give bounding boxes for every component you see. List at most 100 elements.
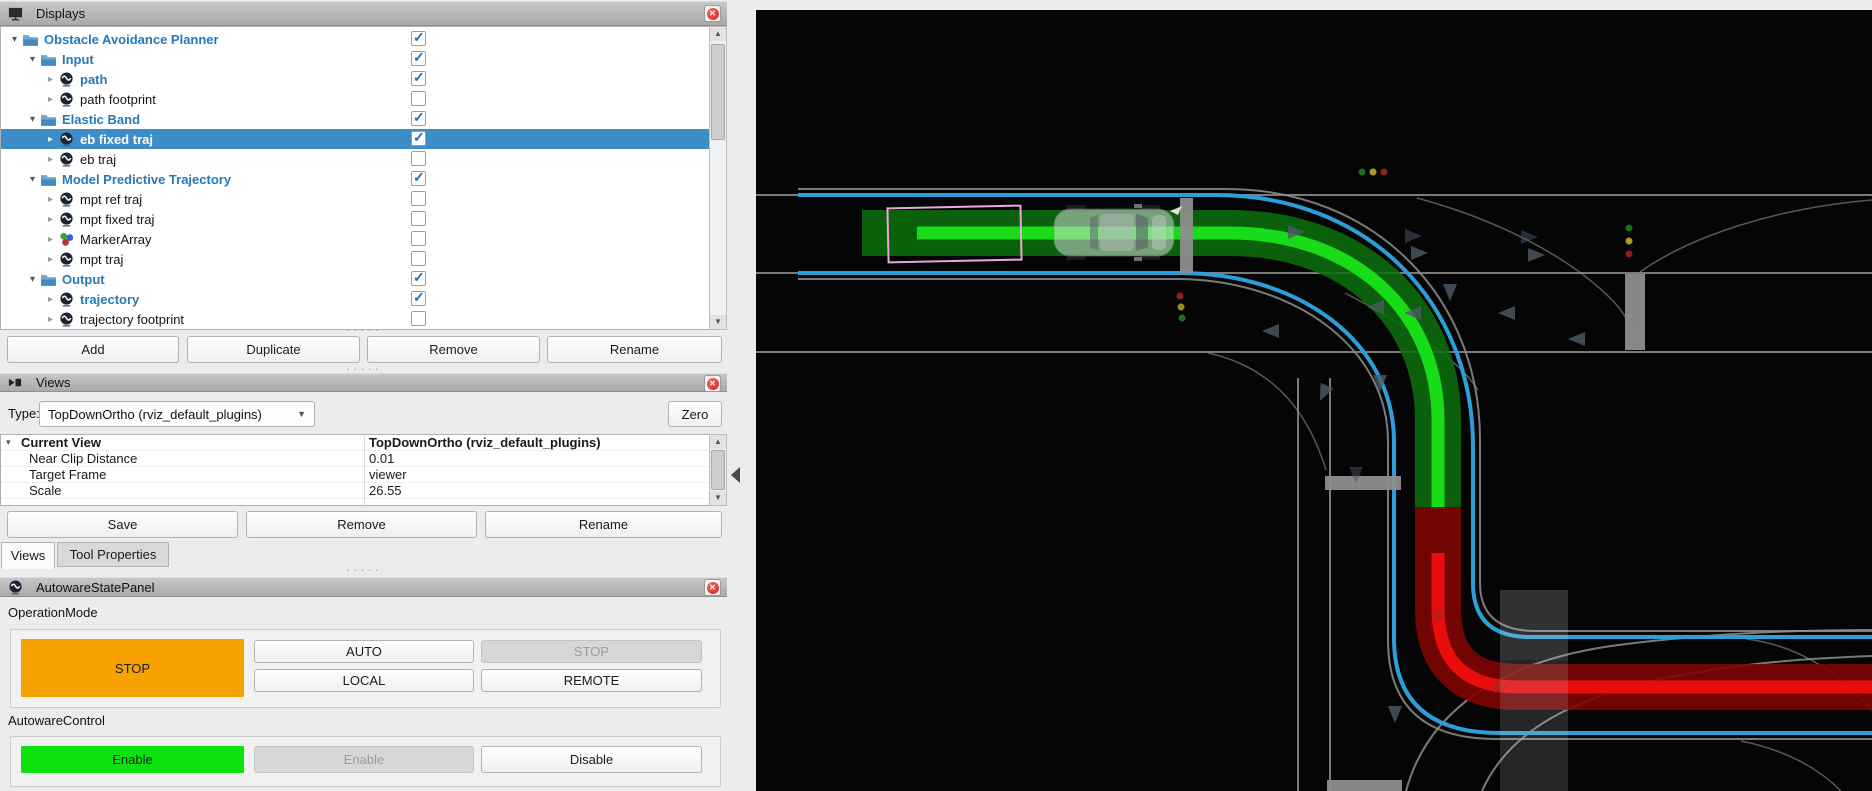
checkbox[interactable]	[411, 131, 426, 146]
property-value[interactable]: viewer	[369, 467, 407, 482]
tree-row[interactable]: MarkerArray	[1, 229, 709, 249]
tree-row[interactable]: Elastic Band	[1, 109, 709, 129]
checkbox[interactable]	[411, 291, 426, 306]
displays-panel-titlebar[interactable]: Displays ✕	[0, 1, 727, 26]
autoware-icon	[58, 152, 75, 167]
checkbox[interactable]	[411, 51, 426, 66]
expander-icon[interactable]	[25, 54, 40, 65]
expander-icon[interactable]	[25, 174, 40, 185]
expander-icon[interactable]	[43, 74, 58, 85]
checkbox[interactable]	[411, 151, 426, 166]
tab-tool-properties[interactable]: Tool Properties	[57, 542, 169, 567]
tree-row[interactable]: path footprint	[1, 89, 709, 109]
render-view[interactable]	[756, 10, 1872, 791]
panel-collapse-arrow-icon[interactable]	[731, 467, 740, 483]
checkbox[interactable]	[411, 91, 426, 106]
tree-row[interactable]: mpt traj	[1, 249, 709, 269]
tree-row[interactable]: Obstacle Avoidance Planner	[1, 29, 709, 49]
property-row[interactable]: Near Clip Distance 0.01	[1, 451, 709, 467]
enable-button: Enable	[254, 746, 474, 773]
property-row[interactable]: Target Frame viewer	[1, 467, 709, 483]
scrollbar-thumb[interactable]	[711, 44, 725, 140]
state-close-button[interactable]: ✕	[704, 579, 721, 596]
displays-scrollbar[interactable]: ▲ ▼	[709, 26, 727, 330]
checkbox[interactable]	[411, 71, 426, 86]
property-value[interactable]: 26.55	[369, 483, 402, 498]
tree-row[interactable]: trajectory	[1, 289, 709, 309]
splitter-handle[interactable]	[0, 366, 727, 373]
checkbox[interactable]	[411, 111, 426, 126]
expander-icon[interactable]: ▾	[6, 437, 11, 448]
zero-button[interactable]: Zero	[668, 401, 722, 427]
tree-row-label: MarkerArray	[80, 232, 152, 247]
tree-row[interactable]: mpt fixed traj	[1, 209, 709, 229]
expander-icon[interactable]	[25, 274, 40, 285]
expander-icon[interactable]	[43, 194, 58, 205]
folder-icon	[40, 272, 57, 287]
tree-row-label: trajectory	[80, 292, 139, 307]
expander-icon[interactable]	[43, 214, 58, 225]
autoware-icon	[58, 132, 75, 147]
property-row[interactable]: Scale 26.55	[1, 483, 709, 499]
property-row[interactable]: ▾ Current View TopDownOrtho (rviz_defaul…	[1, 435, 709, 451]
disable-button[interactable]: Disable	[481, 746, 702, 773]
tree-row[interactable]: Output	[1, 269, 709, 289]
tree-row-label: Input	[62, 52, 94, 67]
checkbox[interactable]	[411, 271, 426, 286]
expander-icon[interactable]	[43, 234, 58, 245]
remove-view-button[interactable]: Remove	[246, 511, 477, 538]
views-panel-titlebar[interactable]: Views ✕	[0, 373, 727, 392]
remove-display-button[interactable]: Remove	[367, 336, 540, 363]
auto-button[interactable]: AUTO	[254, 640, 474, 663]
tree-row[interactable]: path	[1, 69, 709, 89]
tree-row[interactable]: trajectory footprint	[1, 309, 709, 329]
expander-icon[interactable]	[43, 94, 58, 105]
expander-icon[interactable]	[43, 254, 58, 265]
ego-vehicle	[1054, 204, 1182, 261]
tree-row[interactable]: Model Predictive Trajectory	[1, 169, 709, 189]
rename-display-button[interactable]: Rename	[547, 336, 722, 363]
expander-icon[interactable]	[43, 294, 58, 305]
state-panel-titlebar[interactable]: AutowareStatePanel ✕	[0, 577, 727, 597]
tree-row[interactable]: Input	[1, 49, 709, 69]
expander-icon[interactable]	[43, 154, 58, 165]
checkbox[interactable]	[411, 211, 426, 226]
displays-close-button[interactable]: ✕	[704, 5, 721, 22]
views-icon	[7, 375, 24, 390]
tree-row[interactable]: mpt ref traj	[1, 189, 709, 209]
tree-row-selected[interactable]: eb fixed traj	[1, 129, 709, 149]
view-type-value: TopDownOrtho (rviz_default_plugins)	[48, 407, 262, 422]
expander-icon[interactable]	[7, 34, 22, 45]
checkbox[interactable]	[411, 191, 426, 206]
tree-row[interactable]: eb traj	[1, 149, 709, 169]
checkbox[interactable]	[411, 31, 426, 46]
add-display-button[interactable]: Add	[7, 336, 179, 363]
checkbox[interactable]	[411, 251, 426, 266]
property-value[interactable]: 0.01	[369, 451, 394, 466]
splitter-handle[interactable]	[0, 327, 727, 334]
view-type-combobox[interactable]: TopDownOrtho (rviz_default_plugins) ▼	[39, 401, 315, 427]
checkbox[interactable]	[411, 231, 426, 246]
scroll-up-icon[interactable]: ▲	[710, 435, 726, 449]
rename-view-button[interactable]: Rename	[485, 511, 722, 538]
type-label: Type:	[8, 406, 40, 421]
local-button[interactable]: LOCAL	[254, 669, 474, 692]
scroll-up-icon[interactable]: ▲	[710, 27, 726, 41]
scroll-down-icon[interactable]: ▼	[710, 491, 726, 505]
duplicate-display-button[interactable]: Duplicate	[187, 336, 360, 363]
chevron-down-icon: ▼	[297, 409, 306, 419]
property-value: TopDownOrtho (rviz_default_plugins)	[369, 435, 601, 450]
save-view-button[interactable]: Save	[7, 511, 238, 538]
tab-views[interactable]: Views	[1, 542, 55, 569]
views-close-button[interactable]: ✕	[704, 375, 721, 392]
scrollbar-thumb[interactable]	[711, 450, 725, 490]
checkbox[interactable]	[411, 311, 426, 326]
expander-icon[interactable]	[43, 134, 58, 145]
splitter-handle[interactable]	[0, 567, 727, 574]
tree-row-label: mpt traj	[80, 252, 123, 267]
remote-button[interactable]: REMOTE	[481, 669, 702, 692]
expander-icon[interactable]	[43, 314, 58, 325]
checkbox[interactable]	[411, 171, 426, 186]
expander-icon[interactable]	[25, 114, 40, 125]
views-scrollbar[interactable]: ▲ ▼	[709, 434, 727, 506]
